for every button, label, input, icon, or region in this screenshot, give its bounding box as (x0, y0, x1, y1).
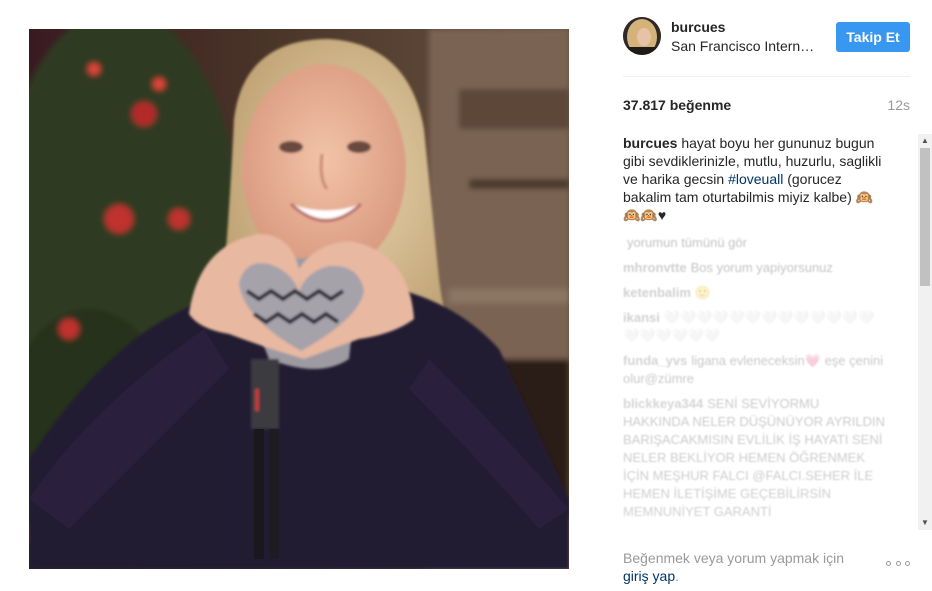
comment-text: 🙂 (694, 285, 712, 300)
login-prompt-period: . (675, 568, 680, 584)
list-item: blickkeya344 SENİ SEVİYORMU HAKKINDA NELE… (623, 395, 888, 521)
scrollbar-thumb[interactable] (920, 148, 930, 286)
comment-username[interactable]: ketenbalim (623, 285, 691, 300)
list-item: mhronvtte Bos yorum yapiyorsunuz (623, 259, 888, 277)
post-side-panel: burcues San Francisco International Airp… (623, 0, 932, 591)
avatar[interactable] (623, 17, 661, 55)
more-options-icon[interactable] (886, 559, 910, 567)
comment-username[interactable]: ikansi (623, 310, 660, 325)
post-image (29, 29, 569, 569)
more-dot (886, 560, 891, 566)
comment-text: Bos yorum yapiyorsunuz (690, 260, 833, 275)
avatar-image (623, 17, 661, 55)
likes-count[interactable]: 37.817 beğenme (623, 97, 731, 113)
login-link[interactable]: giriş yap (623, 568, 675, 584)
comments-scrollbar[interactable]: ▲ ▼ (918, 134, 932, 530)
list-item[interactable]: yorumun tümünü gör (623, 234, 888, 252)
post-photo[interactable] (29, 29, 569, 569)
post-location[interactable]: San Francisco International Airport (671, 38, 821, 54)
comments-area: burcues hayat boyu her gununuz bugun gib… (623, 134, 932, 530)
more-dot (895, 560, 901, 566)
login-prompt-text: Beğenmek veya yorum yapmak için giriş ya… (623, 549, 863, 585)
comment-text: 🤍🤍🤍🤍🤍🤍🤍🤍🤍🤍🤍🤍🤍🤍🤍🤍🤍🤍🤍 (623, 310, 875, 343)
list-item: ketenbalim 🙂 (623, 284, 888, 302)
login-prompt: Beğenmek veya yorum yapmak için giriş ya… (623, 549, 910, 585)
post-header: burcues San Francisco International Airp… (623, 17, 910, 57)
comment-text: yorumun tümünü gör (627, 235, 747, 250)
caption: burcues hayat boyu her gununuz bugun gib… (623, 134, 888, 224)
instagram-post-view: burcues San Francisco International Airp… (0, 0, 932, 591)
post-time[interactable]: 12s (887, 97, 910, 113)
faded-comments-list: yorumun tümünü gör mhronvtte Bos yorum ya… (623, 234, 888, 528)
caption-hashtag[interactable]: #loveuall (728, 171, 783, 187)
caption-username[interactable]: burcues (623, 135, 677, 151)
comment-username[interactable]: blickkeya344 (623, 396, 703, 411)
scroll-down-arrow-icon[interactable]: ▼ (918, 516, 932, 530)
follow-button[interactable]: Takip Et (836, 22, 910, 52)
login-prompt-label: Beğenmek veya yorum yapmak için (623, 550, 844, 566)
scroll-up-arrow-icon[interactable]: ▲ (918, 134, 932, 148)
more-dot (905, 560, 910, 566)
comment-text: SENİ SEVİYORMU HAKKINDA NELER DÜŞÜNÜYOR … (623, 396, 885, 519)
list-item: funda_yvs ligana evleneceksin💗 eşe çenini… (623, 352, 888, 388)
post-username[interactable]: burcues (671, 19, 725, 35)
header-divider (623, 76, 910, 77)
list-item: ikansi 🤍🤍🤍🤍🤍🤍🤍🤍🤍🤍🤍🤍🤍🤍🤍🤍🤍🤍🤍 (623, 309, 888, 345)
comment-username[interactable]: mhronvtte (623, 260, 687, 275)
comment-username[interactable]: funda_yvs (623, 353, 687, 368)
post-stats: 37.817 beğenme 12s (623, 97, 910, 115)
